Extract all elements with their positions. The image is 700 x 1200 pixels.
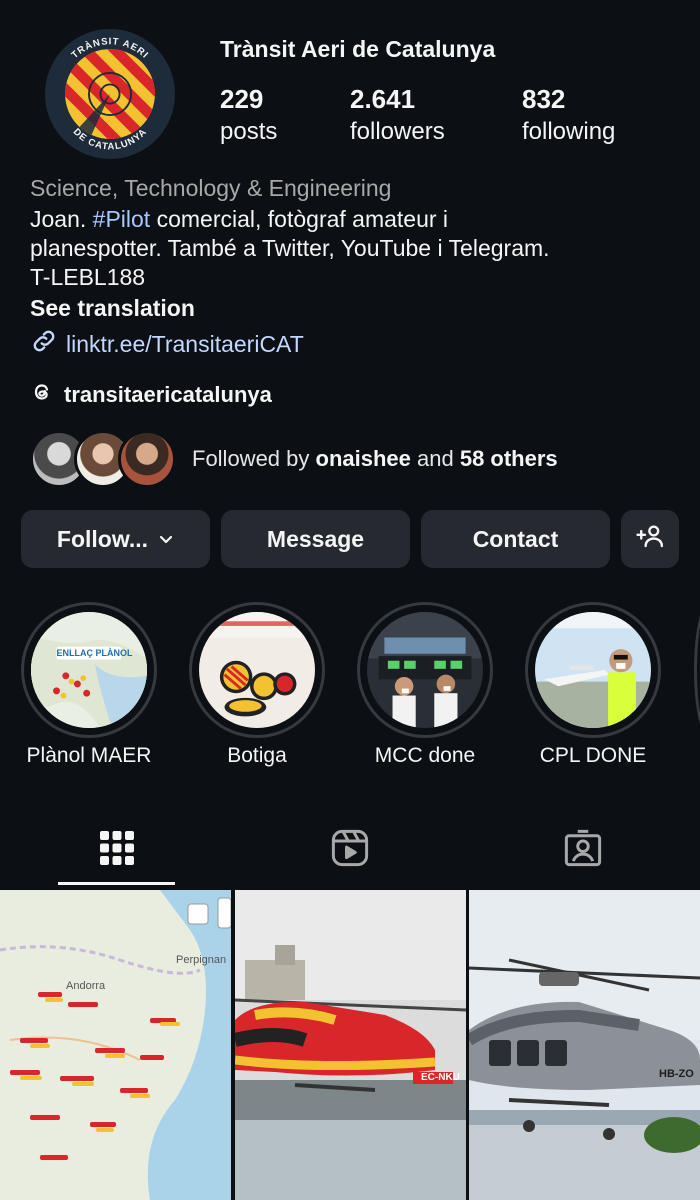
suggested-people-button[interactable]	[621, 510, 679, 568]
profile-bio: Joan. #Pilot comercial, fotògraf amateur…	[30, 205, 680, 292]
bio-line-1-end: comercial, fotògraf amateur i	[150, 206, 449, 232]
stat-following-label: following	[522, 118, 616, 145]
highlight-ring	[525, 602, 661, 738]
threads-icon	[30, 380, 54, 410]
bio-line-1: Joan. #Pilot comercial, fotògraf amateur…	[30, 205, 680, 234]
highlight-cover-caption: ENLLAÇ PLÀNOL	[56, 647, 133, 658]
helicopter-registration: EC-NKU	[421, 1072, 460, 1083]
tab-reels[interactable]	[233, 815, 466, 885]
bio-line-1-start: Joan.	[30, 206, 93, 232]
message-button-label: Message	[266, 525, 365, 552]
threads-handle: transitaericatalunya	[64, 382, 272, 407]
highlight-planol[interactable]: ENLLAÇ PLÀNOL Plànol MAER	[21, 602, 157, 768]
grid-post-helicopter-grey[interactable]: HB-ZO	[469, 890, 700, 1200]
bio-line-3: T-LEBL188	[30, 264, 146, 290]
grid-post-helicopter-red[interactable]: EC-NKU	[235, 890, 466, 1200]
stat-posts[interactable]: 229 posts	[220, 84, 277, 150]
helicopter-registration: HB-ZO	[659, 1068, 694, 1080]
highlight-cover	[199, 612, 315, 728]
highlight-cover	[535, 612, 651, 728]
map-label-perpignan: Perpignan	[176, 954, 227, 966]
highlight-label: MCC done	[374, 744, 476, 767]
message-button[interactable]: Message	[221, 510, 410, 568]
stat-following-value: 832	[522, 84, 566, 114]
stat-following[interactable]: 832 following	[522, 84, 615, 150]
profile-category: Science, Technology & Engineering	[30, 175, 392, 201]
highlight-cpl[interactable]: CPL DONE	[525, 602, 661, 768]
follow-button[interactable]: Follow...	[21, 510, 210, 568]
grid-icon	[99, 830, 135, 871]
highlight-cover: ENLLAÇ PLÀNOL	[31, 612, 147, 728]
contact-button[interactable]: Contact	[421, 510, 610, 568]
stat-posts-value: 229	[220, 84, 264, 114]
grid-post-map[interactable]: Andorra Perpignan	[0, 890, 231, 1200]
tagged-icon	[562, 827, 604, 874]
follow-button-label: Follow...	[56, 525, 149, 552]
highlight-label: Plànol MAER	[26, 744, 152, 767]
stat-followers-value: 2.641	[350, 84, 416, 114]
active-tab-indicator	[58, 882, 175, 885]
highlight-botiga[interactable]: Botiga	[189, 602, 325, 768]
profile-link-text: linktr.ee/TransitaeriCAT	[66, 330, 304, 357]
bio-hashtag-link[interactable]: #Pilot	[93, 206, 151, 232]
reels-icon	[329, 827, 371, 874]
contact-button-label: Contact	[472, 525, 559, 552]
highlight-ring: ENLLAÇ PLÀNOL	[21, 602, 157, 738]
add-person-icon	[635, 521, 665, 557]
follower-avatar	[118, 430, 176, 488]
followed-by-text: Followed by onaishee and 58 others	[192, 446, 558, 472]
followed-by-middle: and	[410, 446, 460, 471]
link-icon	[30, 327, 58, 361]
map-label-andorra: Andorra	[66, 980, 106, 992]
highlight-ring	[357, 602, 493, 738]
see-translation-link[interactable]: See translation	[30, 295, 195, 322]
stat-followers[interactable]: 2.641 followers	[350, 84, 445, 150]
followed-by-prefix: Followed by	[192, 446, 316, 471]
threads-badge[interactable]: transitaericatalunya	[30, 380, 272, 410]
chevron-down-icon	[158, 526, 174, 553]
stat-posts-label: posts	[220, 118, 278, 145]
profile-link[interactable]: linktr.ee/TransitaeriCAT	[30, 327, 304, 361]
tab-posts-grid[interactable]	[0, 815, 233, 885]
bio-line-2: planespotter. També a Twitter, YouTube i…	[30, 235, 550, 261]
highlight-mcc[interactable]: MCC done	[357, 602, 493, 768]
highlight-ring	[189, 602, 325, 738]
highlight-cover	[367, 612, 483, 728]
tab-tagged[interactable]	[466, 815, 699, 885]
followed-by-user: onaishee	[315, 446, 411, 471]
followed-by-others: 58 others	[459, 446, 558, 471]
highlight-partial[interactable]	[694, 602, 700, 738]
highlight-label: Botiga	[227, 744, 287, 767]
stat-followers-label: followers	[350, 118, 445, 145]
followed-by[interactable]: Followed by onaishee and 58 others	[30, 430, 558, 488]
highlight-label: CPL DONE	[539, 744, 647, 767]
profile-name: Trànsit Aeri de Catalunya	[220, 36, 496, 62]
profile-avatar[interactable]: TRÀNSIT AERI DE CATALUNYA	[42, 26, 178, 162]
